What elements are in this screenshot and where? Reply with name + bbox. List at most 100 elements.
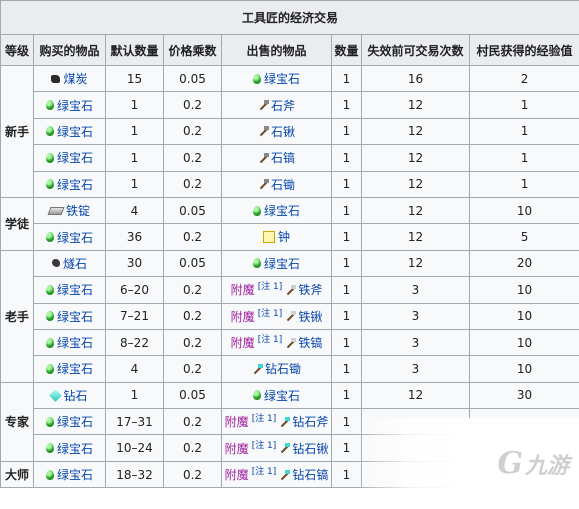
watermark-brand: 九游: [524, 453, 569, 479]
header-sell-qty: 数量: [331, 34, 362, 66]
item-name-link[interactable]: 钻石锄: [265, 360, 301, 377]
item-name-link[interactable]: 绿宝石: [57, 440, 93, 457]
item-wrapper: 绿宝石: [252, 255, 300, 272]
item-wrapper: 附魔 [注 1] 铁斧: [231, 281, 323, 298]
footnote-link[interactable]: [注 1]: [258, 332, 283, 345]
item-name-link[interactable]: 石锄: [271, 176, 295, 193]
footnote-link[interactable]: [注 1]: [258, 279, 283, 292]
max-uses-cell: 12: [361, 381, 470, 410]
item-name-link[interactable]: 石锹: [271, 123, 295, 140]
item-wrapper: 绿宝石: [45, 281, 93, 298]
price-multiplier-cell: 0.2: [163, 223, 222, 251]
item-name-link[interactable]: 铁锭: [66, 202, 90, 219]
item-name-link[interactable]: 绿宝石: [57, 176, 93, 193]
stone-axe-icon: [258, 100, 269, 110]
item-name-link[interactable]: 绿宝石: [264, 255, 300, 272]
sell-item-cell: 附魔 [注 1] 铁斧: [221, 276, 332, 304]
item-name-link[interactable]: 钟: [278, 228, 290, 245]
table-row: 绿宝石 1 0.2 石锹 1 12 1: [1, 117, 579, 146]
default-qty-cell: 1: [105, 117, 164, 146]
item-name-link[interactable]: 铁斧: [298, 281, 322, 298]
item-name-link[interactable]: 石镐: [271, 149, 295, 166]
diamond-icon: [49, 389, 63, 402]
item-wrapper: 绿宝石: [45, 176, 93, 193]
table-row: 绿宝石 8–22 0.2 附魔 [注 1] 铁镐 1 3 10: [1, 328, 579, 357]
iron-axe-icon: [285, 284, 297, 295]
item-name-link[interactable]: 绿宝石: [57, 413, 93, 430]
sell-qty-cell: 1: [331, 196, 362, 225]
sell-qty-cell: 1: [331, 355, 362, 383]
price-multiplier-cell: 0.2: [163, 328, 222, 357]
emerald-icon: [45, 126, 54, 137]
bell-icon: [262, 230, 275, 243]
sell-item-cell: 附魔 [注 1] 铁镐: [221, 328, 332, 357]
sell-item-cell: 附魔 [注 1] 钻石斧: [221, 408, 332, 436]
table-row: 学徒 铁锭 4 0.05 绿宝石 1 12 10: [0, 196, 579, 251]
item-name-link[interactable]: 绿宝石: [264, 387, 300, 404]
item-name-link[interactable]: 钻石斧: [292, 413, 328, 430]
item-name-link[interactable]: 绿宝石: [57, 229, 93, 246]
item-wrapper: 绿宝石: [45, 360, 93, 377]
enchant-link[interactable]: 附魔: [231, 308, 255, 325]
default-qty-cell: 36: [105, 223, 164, 251]
buy-item-cell: 绿宝石: [33, 460, 106, 489]
item-name-link[interactable]: 铁锹: [298, 308, 322, 325]
item-name-link[interactable]: 绿宝石: [57, 149, 93, 166]
item-name-link[interactable]: 钻石镐: [292, 466, 328, 483]
item-name-link[interactable]: 绿宝石: [57, 123, 93, 140]
item-wrapper: 铁锭: [47, 202, 90, 219]
item-wrapper: 绿宝石: [45, 123, 93, 140]
tier-cell: 大师: [0, 460, 34, 489]
footnote-link[interactable]: [注 1]: [258, 306, 283, 319]
item-wrapper: 钻石: [49, 387, 88, 404]
item-name-link[interactable]: 铁镐: [298, 334, 322, 351]
item-name-link[interactable]: 钻石锹: [292, 440, 328, 457]
item-name-link[interactable]: 煤炭: [63, 70, 87, 87]
enchant-link[interactable]: 附魔: [231, 334, 255, 351]
enchant-link[interactable]: 附魔: [225, 413, 249, 430]
item-wrapper: 绿宝石: [45, 97, 93, 114]
item-name-link[interactable]: 绿宝石: [57, 334, 93, 351]
emerald-icon: [45, 311, 54, 322]
item-name-link[interactable]: 绿宝石: [57, 308, 93, 325]
item-name-link[interactable]: 绿宝石: [264, 70, 300, 87]
stone-shovel-icon: [258, 126, 269, 136]
item-name-link[interactable]: 石斧: [271, 97, 295, 114]
flint-icon: [51, 259, 60, 268]
item-wrapper: 绿宝石: [45, 440, 93, 457]
enchant-link[interactable]: 附魔: [225, 466, 249, 483]
footnote-link[interactable]: [注 1]: [252, 464, 277, 477]
enchant-link[interactable]: 附魔: [231, 281, 255, 298]
max-uses-cell: 16: [361, 64, 470, 93]
table-row: 绿宝石 1 0.2 石锄 1 12 1: [1, 170, 579, 198]
trade-table-container: 工具匠的经济交易 等级 购买的物品 默认数量 价格乘数 出售的物品 数量 失效前…: [0, 0, 579, 489]
item-name-link[interactable]: 绿宝石: [57, 97, 93, 114]
buy-item-cell: 绿宝石: [33, 223, 106, 251]
villager-xp-cell: 20: [468, 249, 579, 278]
item-name-link[interactable]: 绿宝石: [264, 202, 300, 219]
tier-cell: 学徒: [0, 196, 34, 251]
table-row: 绿宝石 7–21 0.2 附魔 [注 1] 铁锹 1 3 10: [1, 302, 579, 330]
item-wrapper: 石锹: [258, 123, 295, 140]
villager-xp-cell: 30: [468, 381, 579, 410]
buy-item-cell: 绿宝石: [33, 355, 106, 383]
header-price-multiplier: 价格乘数: [163, 34, 222, 66]
item-name-link[interactable]: 绿宝石: [57, 466, 93, 483]
item-name-link[interactable]: 绿宝石: [57, 281, 93, 298]
footnote-link[interactable]: [注 1]: [252, 438, 277, 451]
emerald-icon: [45, 416, 54, 427]
villager-xp-cell: 1: [468, 91, 579, 119]
iron-shovel-icon: [285, 311, 297, 321]
sell-qty-cell: 1: [331, 144, 362, 172]
item-name-link[interactable]: 燧石: [63, 255, 87, 272]
emerald-icon: [45, 284, 54, 295]
price-multiplier-cell: 0.2: [163, 144, 222, 172]
item-wrapper: 附魔 [注 1] 铁锹: [231, 308, 323, 325]
sell-item-cell: 石斧: [221, 91, 332, 119]
enchant-link[interactable]: 附魔: [225, 440, 249, 457]
item-name-link[interactable]: 钻石: [63, 387, 87, 404]
item-name-link[interactable]: 绿宝石: [57, 360, 93, 377]
villager-xp-cell: 10: [468, 276, 579, 304]
price-multiplier-cell: 0.2: [163, 408, 222, 436]
footnote-link[interactable]: [注 1]: [252, 411, 277, 424]
